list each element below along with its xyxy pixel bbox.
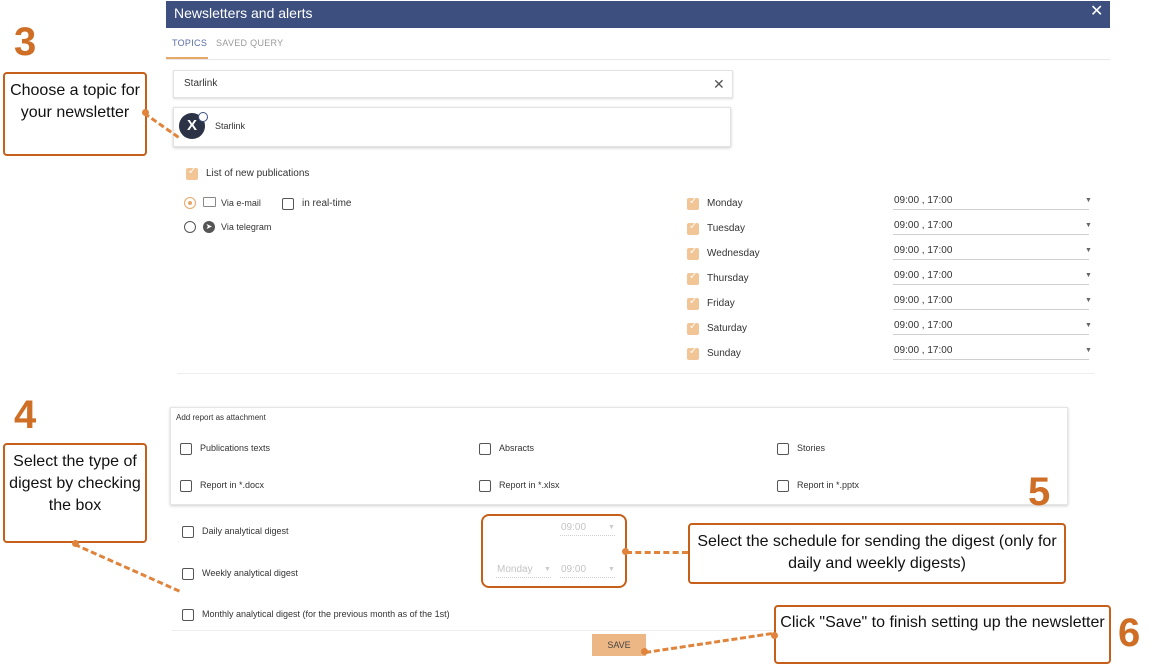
day-label-thursday: Thursday xyxy=(707,273,749,284)
annotation-select-schedule: Select the schedule for sending the dige… xyxy=(688,523,1066,584)
annotation-connector-line xyxy=(626,551,688,554)
annotation-connector-line xyxy=(645,632,773,654)
day-label-wednesday: Wednesday xyxy=(707,248,760,259)
topic-search-input[interactable] xyxy=(173,70,733,98)
daily-digest-checkbox[interactable] xyxy=(182,526,194,538)
step-number-3: 3 xyxy=(14,20,37,64)
chevron-down-icon: ▼ xyxy=(1085,222,1092,229)
annotation-select-digest: Select the type of digest by checking th… xyxy=(3,443,147,543)
chevron-down-icon: ▼ xyxy=(544,566,551,573)
time-value-friday: 09:00 , 17:00 xyxy=(894,295,953,306)
clear-icon[interactable]: ✕ xyxy=(713,76,725,93)
attach-publications-texts-checkbox[interactable] xyxy=(180,443,192,455)
step-number-6: 6 xyxy=(1118,611,1141,655)
attach-docx-checkbox[interactable] xyxy=(180,480,192,492)
chevron-down-icon: ▼ xyxy=(1085,247,1092,254)
chevron-down-icon: ▼ xyxy=(608,524,615,531)
attachment-panel xyxy=(170,407,1068,505)
weekly-time-value: 09:00 xyxy=(561,564,587,575)
attach-abstracts-label: Absracts xyxy=(499,443,535,453)
weekly-digest-label: Weekly analytical digest xyxy=(202,568,298,578)
tab-topics[interactable]: TOPICS xyxy=(172,38,207,48)
chevron-down-icon: ▼ xyxy=(1085,297,1092,304)
day-checkbox-tuesday[interactable] xyxy=(687,221,699,235)
chevron-down-icon: ▼ xyxy=(1085,197,1092,204)
chevron-down-icon: ▼ xyxy=(1085,272,1092,279)
day-label-tuesday: Tuesday xyxy=(707,223,745,234)
attach-xlsx-checkbox[interactable] xyxy=(479,480,491,492)
via-email-radio[interactable] xyxy=(184,197,196,209)
active-tab-indicator xyxy=(166,57,208,59)
topic-search-value: Starlink xyxy=(184,78,218,89)
chevron-down-icon: ▼ xyxy=(1085,322,1092,329)
day-checkbox-saturday[interactable] xyxy=(687,321,699,335)
chevron-down-icon: ▼ xyxy=(608,566,615,573)
day-checkbox-thursday[interactable] xyxy=(687,271,699,285)
time-value-monday: 09:00 , 17:00 xyxy=(894,195,953,206)
attach-docx-label: Report in *.docx xyxy=(200,480,265,490)
via-telegram-radio[interactable] xyxy=(184,221,196,233)
realtime-checkbox[interactable] xyxy=(282,198,294,210)
new-publications-label: List of new publications xyxy=(206,168,310,179)
annotation-choose-topic: Choose a topic for your newsletter xyxy=(3,72,147,156)
close-icon[interactable]: ✕ xyxy=(1090,3,1103,21)
weekly-day-value: Monday xyxy=(497,564,533,575)
new-publications-checkbox[interactable] xyxy=(186,166,198,180)
day-checkbox-monday[interactable] xyxy=(687,196,699,210)
daily-digest-label: Daily analytical digest xyxy=(202,526,289,536)
check-badge-icon xyxy=(198,112,208,122)
realtime-label: in real-time xyxy=(302,198,352,209)
email-icon xyxy=(203,197,216,207)
time-value-wednesday: 09:00 , 17:00 xyxy=(894,245,953,256)
attach-publications-texts-label: Publications texts xyxy=(200,443,271,453)
section-divider xyxy=(177,373,1095,374)
attach-pptx-label: Report in *.pptx xyxy=(797,480,860,490)
annotation-click-save: Click "Save" to finish setting up the ne… xyxy=(774,605,1111,664)
via-email-label: Via e-mail xyxy=(221,198,261,208)
annotation-connector-line xyxy=(73,543,181,593)
monthly-digest-checkbox[interactable] xyxy=(182,609,194,621)
annotation-connector-dot xyxy=(771,632,778,639)
attachment-title: Add report as attachment xyxy=(176,413,266,422)
day-label-saturday: Saturday xyxy=(707,323,748,334)
day-checkbox-friday[interactable] xyxy=(687,296,699,310)
monthly-digest-label: Monthly analytical digest (for the previ… xyxy=(202,609,450,619)
attach-abstracts-checkbox[interactable] xyxy=(479,443,491,455)
annotation-connector-dot xyxy=(641,648,648,655)
day-label-sunday: Sunday xyxy=(707,348,741,359)
time-value-thursday: 09:00 , 17:00 xyxy=(894,270,953,281)
time-value-saturday: 09:00 , 17:00 xyxy=(894,320,953,331)
topic-name: Starlink xyxy=(215,121,246,131)
telegram-icon: ➤ xyxy=(203,221,215,233)
attach-stories-label: Stories xyxy=(797,443,826,453)
day-label-friday: Friday xyxy=(707,298,735,309)
time-value-tuesday: 09:00 , 17:00 xyxy=(894,220,953,231)
step-number-5: 5 xyxy=(1028,470,1051,514)
day-checkbox-wednesday[interactable] xyxy=(687,246,699,260)
chevron-down-icon: ▼ xyxy=(1085,347,1092,354)
step-number-4: 4 xyxy=(14,393,37,437)
daily-time-value: 09:00 xyxy=(561,522,587,533)
dialog-title: Newsletters and alerts xyxy=(174,5,313,21)
save-button[interactable]: SAVE xyxy=(592,634,646,656)
weekly-digest-checkbox[interactable] xyxy=(182,568,194,580)
attach-xlsx-label: Report in *.xlsx xyxy=(499,480,560,490)
tab-saved-query[interactable]: SAVED QUERY xyxy=(216,38,284,48)
attach-stories-checkbox[interactable] xyxy=(777,443,789,455)
via-telegram-label: Via telegram xyxy=(221,222,272,232)
day-checkbox-sunday[interactable] xyxy=(687,346,699,360)
attach-pptx-checkbox[interactable] xyxy=(777,480,789,492)
time-value-sunday: 09:00 , 17:00 xyxy=(894,345,953,356)
day-label-monday: Monday xyxy=(707,198,743,209)
tabs-divider xyxy=(166,59,1110,60)
topic-suggestion-item[interactable] xyxy=(173,107,731,147)
